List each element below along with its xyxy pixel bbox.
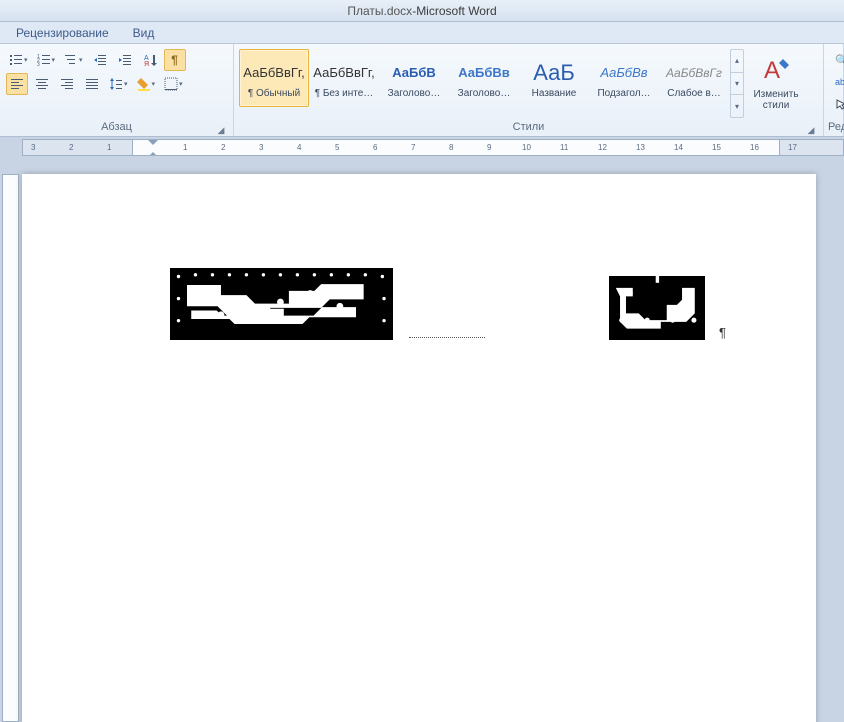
- sort-button[interactable]: AЯ: [139, 49, 161, 71]
- svg-text:A: A: [764, 57, 780, 82]
- indent-marker[interactable]: [148, 140, 158, 156]
- paragraph-dialog-launcher[interactable]: ◢: [215, 123, 227, 135]
- style-heading2[interactable]: АаБбВв Заголово…: [449, 49, 519, 107]
- ribbon: ▾ 123▾ ▾ AЯ ¶ ▾ ▾ ▾: [0, 44, 844, 137]
- change-styles-label: Изменить стили: [750, 89, 802, 111]
- shading-button[interactable]: ▾: [134, 73, 159, 95]
- content-line: ¶: [170, 268, 726, 340]
- increase-indent-button[interactable]: [114, 49, 136, 71]
- styles-expand[interactable]: ▾: [731, 94, 743, 117]
- change-styles-button[interactable]: A Изменить стили: [746, 47, 806, 120]
- pcb-traces-2-icon: [609, 276, 705, 330]
- select-button[interactable]: [830, 95, 844, 113]
- styles-gallery: АаБбВвГг, ¶ Обычный АаБбВвГг, ¶ Без инте…: [238, 47, 730, 120]
- replace-button[interactable]: ab: [830, 73, 844, 91]
- app-name: Microsoft Word: [416, 4, 496, 18]
- styles-scroll-up[interactable]: ▴: [731, 50, 743, 72]
- align-left-button[interactable]: [6, 73, 28, 95]
- group-paragraph: ▾ 123▾ ▾ AЯ ¶ ▾ ▾ ▾: [0, 44, 234, 136]
- svg-text:🔍: 🔍: [835, 54, 844, 66]
- ribbon-tabs: Рецензирование Вид: [0, 22, 844, 44]
- borders-button[interactable]: ▾: [161, 73, 186, 95]
- styles-dialog-launcher[interactable]: ◢: [805, 123, 817, 135]
- line-spacing-button[interactable]: ▾: [106, 73, 131, 95]
- style-normal[interactable]: АаБбВвГг, ¶ Обычный: [239, 49, 309, 107]
- pcb-image-1[interactable]: [170, 268, 393, 340]
- group-label-editing: Ред: [828, 120, 839, 136]
- document-title: Платы.docx: [347, 4, 412, 18]
- document-area[interactable]: ¶: [0, 158, 844, 722]
- pilcrow-mark: ¶: [719, 325, 726, 340]
- justify-button[interactable]: [81, 73, 103, 95]
- multilevel-button[interactable]: ▾: [61, 49, 86, 71]
- title-bar: Платы.docx - Microsoft Word: [0, 0, 844, 22]
- find-button[interactable]: 🔍: [830, 51, 844, 69]
- show-marks-button[interactable]: ¶: [164, 49, 186, 71]
- page[interactable]: ¶: [22, 174, 816, 722]
- pcb-image-2[interactable]: [609, 276, 705, 340]
- styles-scroll: ▴ ▾ ▾: [730, 49, 744, 118]
- style-subtle[interactable]: АаБбВвГг Слабое в…: [659, 49, 729, 107]
- align-right-button[interactable]: [56, 73, 78, 95]
- style-subtitle[interactable]: АаБбВв Подзагол…: [589, 49, 659, 107]
- change-styles-icon: A: [761, 56, 791, 89]
- group-label-paragraph: Абзац ◢: [4, 120, 229, 136]
- ruler-horizontal-area: 3 2 1 1 2 3 4 5 6 7 8 9 10 11 12 13 14 1…: [0, 137, 844, 158]
- group-styles: АаБбВвГг, ¶ Обычный АаБбВвГг, ¶ Без инте…: [234, 44, 824, 136]
- tab-view[interactable]: Вид: [121, 24, 167, 42]
- svg-text:3: 3: [37, 62, 40, 67]
- ruler-vertical[interactable]: [2, 174, 19, 722]
- style-heading1[interactable]: АаБбВ Заголово…: [379, 49, 449, 107]
- decrease-indent-button[interactable]: [89, 49, 111, 71]
- style-no-spacing[interactable]: АаБбВвГг, ¶ Без инте…: [309, 49, 379, 107]
- group-label-styles: Стили ◢: [238, 120, 819, 136]
- style-title[interactable]: АаБ Название: [519, 49, 589, 107]
- bullets-button[interactable]: ▾: [6, 49, 31, 71]
- ruler-horizontal[interactable]: 3 2 1 1 2 3 4 5 6 7 8 9 10 11 12 13 14 1…: [22, 139, 844, 156]
- align-center-button[interactable]: [31, 73, 53, 95]
- numbering-button[interactable]: 123▾: [34, 49, 59, 71]
- tab-leader: [409, 337, 485, 338]
- svg-text:ab: ab: [835, 77, 844, 87]
- tab-review[interactable]: Рецензирование: [4, 24, 121, 42]
- pcb-traces-1-icon: [170, 268, 393, 329]
- group-editing: 🔍 ab Ред: [824, 44, 844, 136]
- svg-text:Я: Я: [144, 61, 149, 67]
- styles-scroll-down[interactable]: ▾: [731, 72, 743, 95]
